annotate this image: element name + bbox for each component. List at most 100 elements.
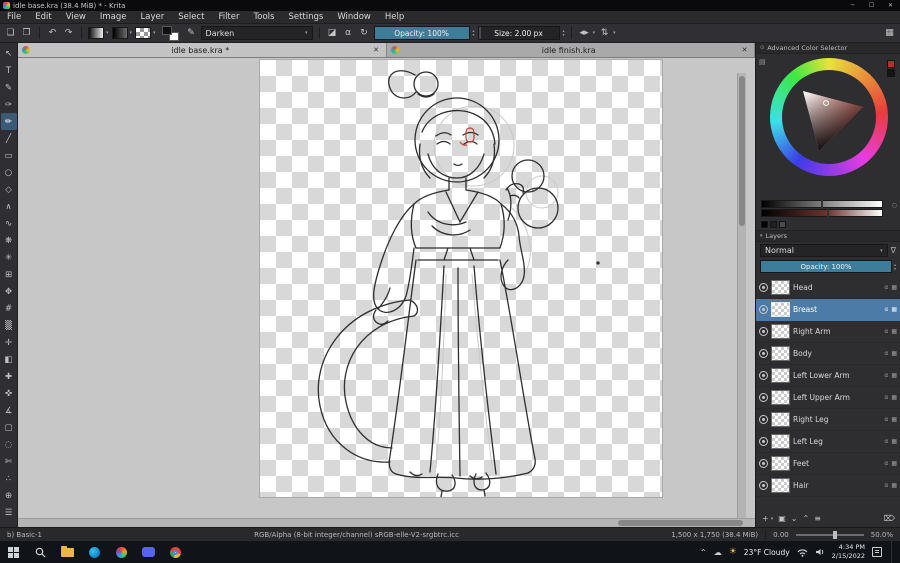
weather-label[interactable]: 23°F Cloudy: [744, 548, 790, 557]
shade-strip-handle[interactable]: [826, 209, 829, 217]
freehand-selection-tool[interactable]: ✄: [1, 453, 17, 470]
ellipse-tool[interactable]: ○: [1, 164, 17, 181]
inherit-alpha-icon[interactable]: α: [884, 460, 888, 467]
multibrush-tool[interactable]: ✳: [1, 249, 17, 266]
hue-ring[interactable]: [770, 58, 888, 176]
layer-opacity-spinner[interactable]: ▴ ▾: [894, 262, 896, 271]
menu-item[interactable]: Layer: [134, 11, 172, 24]
saturation-shade-strip[interactable]: [761, 209, 883, 217]
alpha-lock-icon[interactable]: ▦: [891, 438, 897, 445]
layer-thumbnail[interactable]: [771, 324, 790, 339]
layer-row[interactable]: Left Lower Arm α ▦: [756, 365, 900, 387]
canvas-viewport[interactable]: [18, 58, 746, 518]
color-settings-icon[interactable]: ▤: [759, 58, 766, 66]
history-swatch[interactable]: [770, 221, 777, 228]
visibility-icon[interactable]: [759, 349, 768, 358]
inherit-alpha-icon[interactable]: α: [884, 482, 888, 489]
inherit-alpha-icon[interactable]: α: [884, 350, 888, 357]
polyline-tool[interactable]: ∧: [1, 198, 17, 215]
chrome-button[interactable]: [162, 541, 189, 563]
layers-header[interactable]: ▾ Layers: [756, 230, 900, 242]
layer-opacity-slider[interactable]: Opacity: 100%: [760, 260, 892, 273]
alpha-lock-icon[interactable]: ▦: [891, 416, 897, 423]
layer-thumbnail[interactable]: [771, 478, 790, 493]
layer-thumbnail[interactable]: [771, 346, 790, 361]
volume-icon[interactable]: [815, 547, 825, 557]
mirror-horizontal-icon[interactable]: ◂▸: [578, 26, 591, 40]
file-explorer-button[interactable]: [54, 541, 81, 563]
select-shapes-tool[interactable]: ↖: [1, 45, 17, 62]
alpha-lock-icon[interactable]: ▦: [891, 306, 897, 313]
menu-item[interactable]: Filter: [211, 11, 246, 24]
menu-item[interactable]: Settings: [281, 11, 330, 24]
layer-blend-mode-select[interactable]: Normal ▾: [760, 244, 888, 257]
inherit-alpha-icon[interactable]: α: [884, 416, 888, 423]
visibility-icon[interactable]: [759, 327, 768, 336]
background-color-swatch[interactable]: [887, 69, 895, 77]
layer-row[interactable]: Breast α ▦: [756, 299, 900, 321]
document-canvas[interactable]: [260, 60, 662, 497]
text-tool[interactable]: T: [1, 62, 17, 79]
inherit-alpha-icon[interactable]: α: [884, 328, 888, 335]
alpha-lock-icon[interactable]: ▦: [891, 350, 897, 357]
layer-thumbnail[interactable]: [771, 280, 790, 295]
last-color-swatch[interactable]: [887, 60, 895, 68]
menu-item[interactable]: Help: [378, 11, 411, 24]
brush-size-slider[interactable]: Size: 2.00 px: [477, 26, 560, 40]
gradient-tool[interactable]: ▒: [1, 317, 17, 334]
shade-strip-handle[interactable]: [820, 200, 823, 208]
layer-row[interactable]: Body α ▦: [756, 343, 900, 365]
horizontal-scrollbar-thumb[interactable]: [618, 520, 743, 526]
inherit-alpha-icon[interactable]: α: [884, 284, 888, 291]
contiguous-selection-tool[interactable]: ∴: [1, 470, 17, 487]
chevron-down-icon[interactable]: ▾: [153, 30, 156, 36]
maximize-icon[interactable]: ☐: [862, 0, 881, 11]
shade-reset-icon[interactable]: ○: [892, 202, 897, 209]
layer-thumbnail[interactable]: [771, 434, 790, 449]
close-icon[interactable]: ✕: [371, 46, 382, 54]
assistants-tool[interactable]: ✜: [1, 385, 17, 402]
fill-tool[interactable]: ◧: [1, 351, 17, 368]
weather-icon[interactable]: ☀: [729, 547, 737, 557]
move-layer-down-button[interactable]: ⌄: [791, 514, 798, 523]
alpha-lock-icon[interactable]: ▦: [891, 460, 897, 467]
new-document-icon[interactable]: ❏: [4, 26, 17, 40]
history-swatch[interactable]: [779, 221, 786, 228]
eraser-mode-icon[interactable]: ◪: [326, 26, 339, 40]
alpha-lock-icon[interactable]: ▦: [891, 372, 897, 379]
layer-thumbnail[interactable]: [771, 390, 790, 405]
menu-item[interactable]: View: [59, 11, 93, 24]
alpha-lock-icon[interactable]: ▦: [891, 284, 897, 291]
foreground-color[interactable]: [161, 25, 172, 35]
discord-button[interactable]: [135, 541, 162, 563]
reload-preset-icon[interactable]: ↻: [358, 26, 371, 40]
smart-patch-tool[interactable]: ✚: [1, 368, 17, 385]
preserve-alpha-icon[interactable]: α: [342, 26, 355, 40]
visibility-icon[interactable]: [759, 305, 768, 314]
move-layer-up-button[interactable]: ⌃: [802, 514, 809, 523]
vertical-scrollbar[interactable]: [737, 73, 746, 518]
inherit-alpha-icon[interactable]: α: [884, 394, 888, 401]
gradient-dark-preset-button[interactable]: [111, 27, 128, 39]
layer-row[interactable]: Left Upper Arm α ▦: [756, 387, 900, 409]
inherit-alpha-icon[interactable]: α: [884, 306, 888, 313]
brush-preset-label[interactable]: b) Basic-1: [7, 531, 42, 539]
visibility-icon[interactable]: [759, 459, 768, 468]
menu-item[interactable]: File: [0, 11, 28, 24]
tray-expand-icon[interactable]: ⌃: [700, 548, 707, 557]
duplicate-layer-button[interactable]: ▣: [778, 514, 786, 523]
chevron-down-icon[interactable]: ▾: [593, 30, 596, 36]
clock[interactable]: 4:34 PM 2/15/2022: [832, 543, 865, 561]
layer-row[interactable]: Right Leg α ▦: [756, 409, 900, 431]
action-center-icon[interactable]: [872, 547, 882, 557]
onedrive-cloud-icon[interactable]: ☁: [714, 548, 722, 557]
visibility-icon[interactable]: [759, 393, 768, 402]
polygon-tool[interactable]: ◇: [1, 181, 17, 198]
menu-item[interactable]: Tools: [247, 11, 282, 24]
layer-row[interactable]: Head α ▦: [756, 277, 900, 299]
menu-item[interactable]: Select: [171, 11, 211, 24]
horizontal-scrollbar[interactable]: [18, 518, 755, 527]
search-button[interactable]: [27, 541, 54, 563]
alpha-lock-icon[interactable]: ▦: [891, 328, 897, 335]
mirror-vertical-icon[interactable]: ⇅: [598, 26, 611, 40]
